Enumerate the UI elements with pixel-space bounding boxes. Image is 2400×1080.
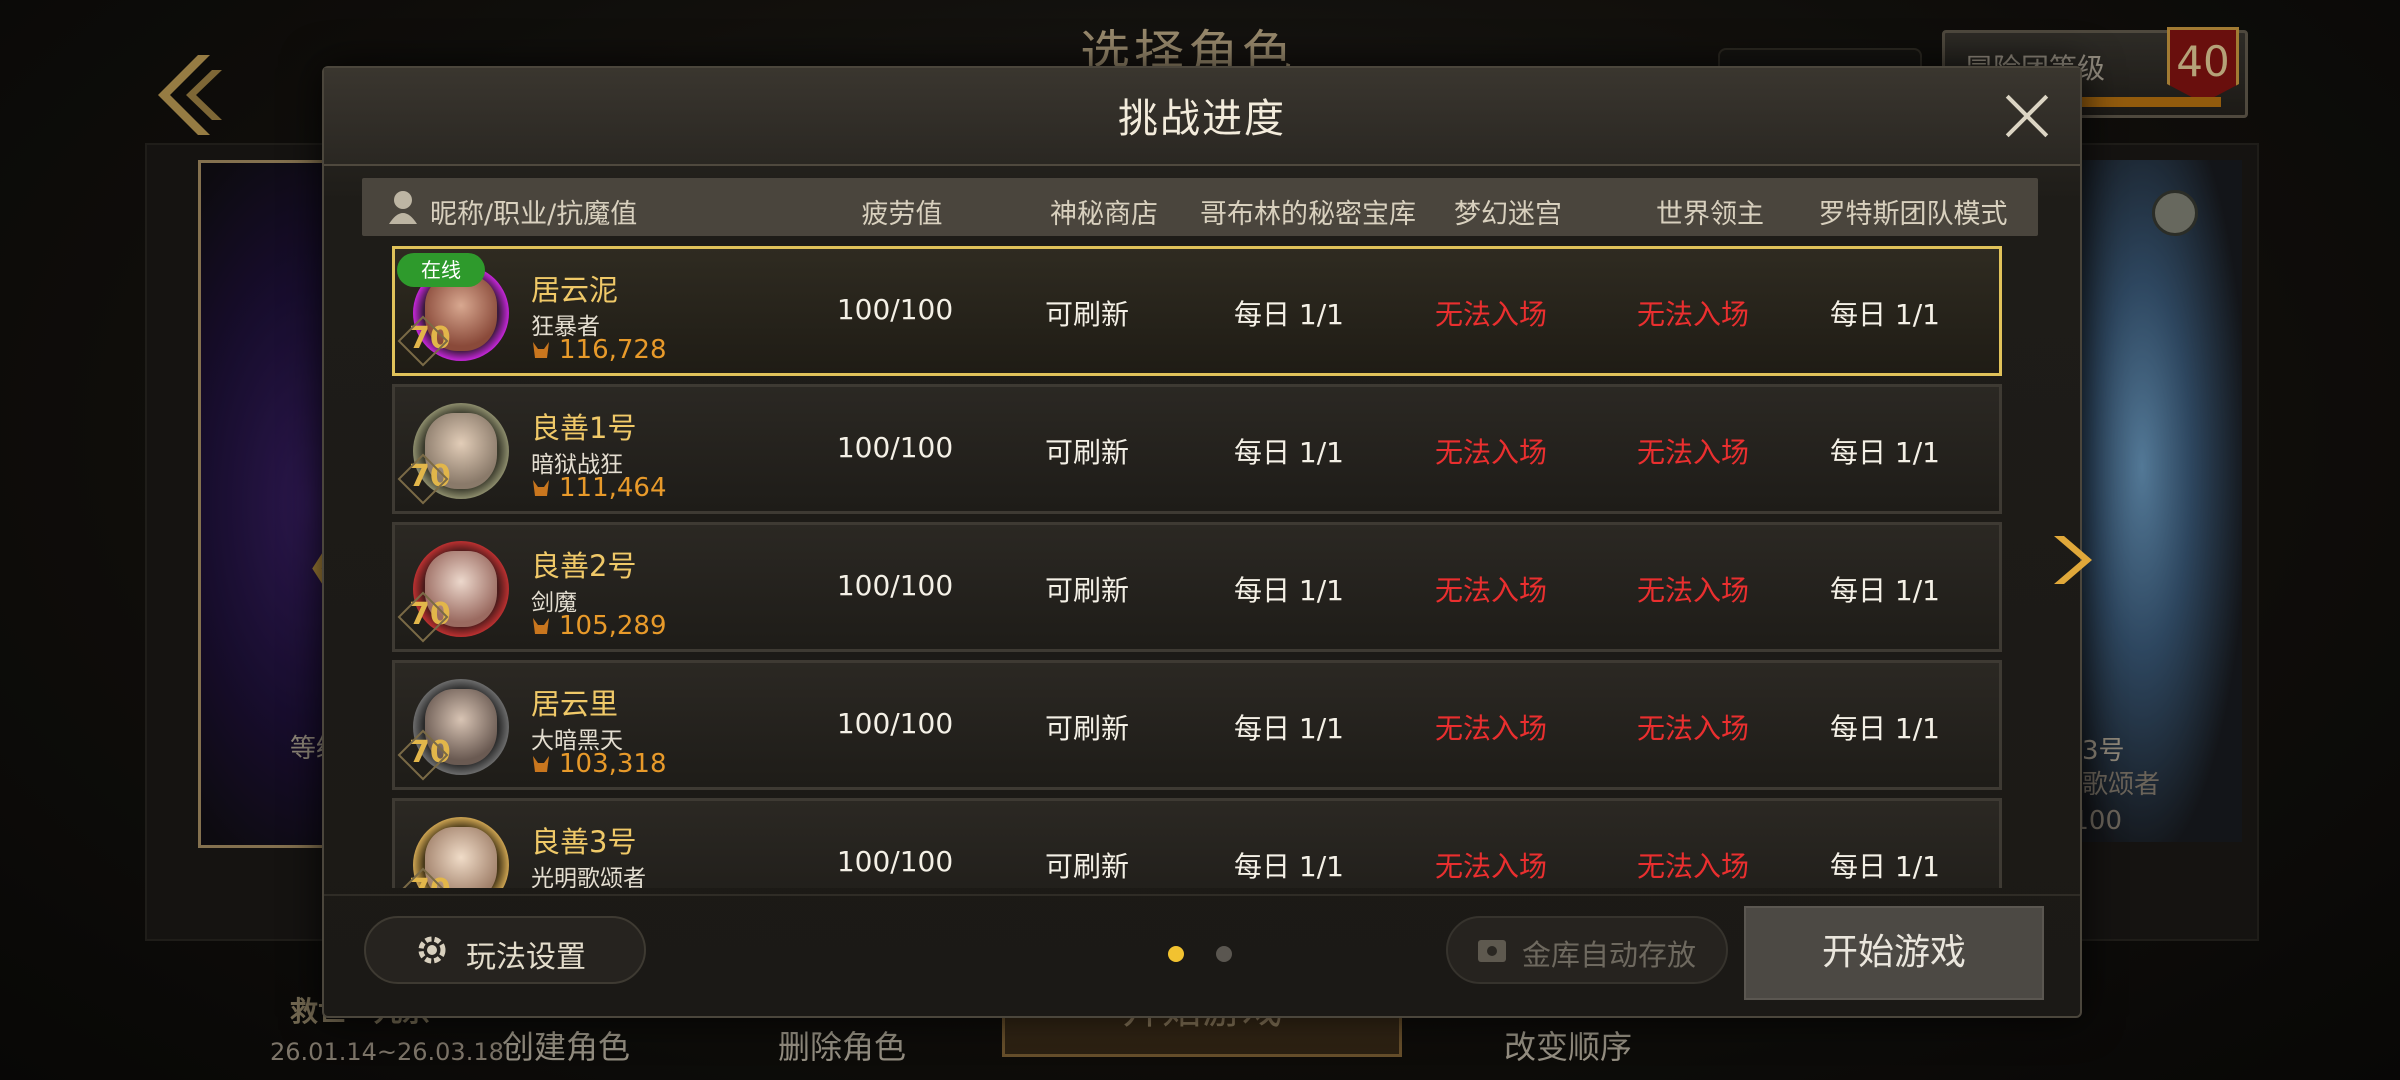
fatigue-value: 100/100 — [836, 845, 954, 878]
challenge-progress-modal: 挑战进度 昵称/职业/抗魔值 疲劳值 神秘商店 哥布林的秘密宝库 梦幻迷宫 世界… — [322, 66, 2082, 1018]
start-game-button[interactable]: 开始游戏 — [1744, 906, 2044, 1000]
play-settings-button[interactable]: 玩法设置 — [364, 916, 646, 984]
modal-footer: 玩法设置 金库自动存放 开始游戏 — [324, 894, 2080, 1018]
table-row[interactable]: 70 良善2号 剑魔 105,289 100/100 可刷新 每日 1/1 无法… — [392, 522, 2002, 652]
column-header-fatigue: 疲劳值 — [861, 199, 943, 230]
goblin-status: 每日 1/1 — [1234, 298, 1344, 331]
character-silhouette-icon — [389, 191, 417, 224]
column-header-rotus: 罗特斯团队模式 — [1818, 199, 2008, 230]
fatigue-value: 100/100 — [836, 569, 954, 602]
character-name: 居云泥 — [531, 273, 619, 307]
demon-horn-icon — [533, 756, 549, 772]
goblin-status: 每日 1/1 — [1234, 712, 1344, 745]
character-name: 良善3号 — [531, 825, 637, 859]
table-row[interactable]: 70 居云里 大暗黑天 103,318 100/100 可刷新 每日 1/1 无… — [392, 660, 2002, 790]
rotus-status: 每日 1/1 — [1830, 712, 1940, 745]
rotus-status: 每日 1/1 — [1830, 436, 1940, 469]
maze-status: 无法入场 — [1434, 298, 1547, 331]
shop-status: 可刷新 — [1044, 436, 1129, 469]
character-power: 103,318 — [559, 749, 667, 779]
level-badge: 70 — [409, 873, 451, 888]
demon-horn-icon — [533, 480, 549, 496]
character-name: 良善1号 — [531, 411, 637, 445]
character-job: 光明歌颂者 — [531, 866, 646, 888]
vault-auto-store-button[interactable]: 金库自动存放 — [1446, 916, 1728, 984]
play-settings-label: 玩法设置 — [466, 940, 586, 975]
fatigue-value: 100/100 — [836, 431, 954, 464]
table-row[interactable]: 在线 70 居云泥 狂暴者 116,728 100/100 可刷新 每日 1/1… — [392, 246, 2002, 376]
online-badge: 在线 — [397, 253, 485, 287]
shop-status: 可刷新 — [1044, 298, 1129, 331]
demon-horn-icon — [533, 342, 549, 358]
rotus-status: 每日 1/1 — [1830, 574, 1940, 607]
goblin-status: 每日 1/1 — [1234, 436, 1344, 469]
table-header: 昵称/职业/抗魔值 疲劳值 神秘商店 哥布林的秘密宝库 梦幻迷宫 世界领主 罗特… — [362, 178, 2038, 236]
gear-icon — [418, 936, 446, 964]
fatigue-value: 100/100 — [836, 707, 954, 740]
world-lord-status: 无法入场 — [1636, 574, 1749, 607]
world-lord-status: 无法入场 — [1636, 712, 1749, 745]
fatigue-value: 100/100 — [836, 293, 954, 326]
maze-status: 无法入场 — [1434, 436, 1547, 469]
column-header-shop: 神秘商店 — [1050, 199, 1158, 230]
goblin-status: 每日 1/1 — [1234, 574, 1344, 607]
world-lord-status: 无法入场 — [1636, 436, 1749, 469]
shop-status: 可刷新 — [1044, 574, 1129, 607]
world-lord-status: 无法入场 — [1636, 298, 1749, 331]
page-dot-active[interactable] — [1168, 946, 1184, 962]
character-power: 105,289 — [559, 611, 667, 641]
level-badge: 70 — [409, 597, 451, 637]
close-icon[interactable] — [1998, 88, 2054, 144]
world-lord-status: 无法入场 — [1636, 850, 1749, 883]
character-power: 111,464 — [559, 473, 667, 503]
maze-status: 无法入场 — [1434, 850, 1547, 883]
modal-header: 挑战进度 — [324, 68, 2080, 166]
vault-icon — [1478, 940, 1506, 962]
column-header-world-lord: 世界领主 — [1656, 199, 1764, 230]
goblin-status: 每日 1/1 — [1234, 850, 1344, 883]
shop-status: 可刷新 — [1044, 850, 1129, 883]
level-badge: 70 — [409, 321, 451, 361]
character-name: 良善2号 — [531, 549, 637, 583]
shop-status: 可刷新 — [1044, 712, 1129, 745]
character-power: 116,728 — [559, 335, 667, 365]
maze-status: 无法入场 — [1434, 712, 1547, 745]
column-header-maze: 梦幻迷宫 — [1454, 199, 1562, 230]
level-badge: 70 — [409, 459, 451, 499]
maze-status: 无法入场 — [1434, 574, 1547, 607]
character-list[interactable]: 在线 70 居云泥 狂暴者 116,728 100/100 可刷新 每日 1/1… — [392, 246, 2006, 888]
vault-auto-store-label: 金库自动存放 — [1522, 938, 1697, 972]
rotus-status: 每日 1/1 — [1830, 298, 1940, 331]
page-dot[interactable] — [1216, 946, 1232, 962]
column-header-goblin: 哥布林的秘密宝库 — [1200, 199, 1416, 230]
chevron-right-icon[interactable] — [2046, 530, 2096, 590]
column-header-name: 昵称/职业/抗魔值 — [430, 199, 638, 230]
table-row[interactable]: 70 良善1号 暗狱战狂 111,464 100/100 可刷新 每日 1/1 … — [392, 384, 2002, 514]
table-row[interactable]: 70 良善3号 光明歌颂者 100/100 可刷新 每日 1/1 无法入场 无法… — [392, 798, 2002, 888]
rotus-status: 每日 1/1 — [1830, 850, 1940, 883]
modal-title: 挑战进度 — [1118, 96, 1286, 142]
demon-horn-icon — [533, 618, 549, 634]
character-name: 居云里 — [531, 687, 619, 721]
level-badge: 70 — [409, 735, 451, 775]
